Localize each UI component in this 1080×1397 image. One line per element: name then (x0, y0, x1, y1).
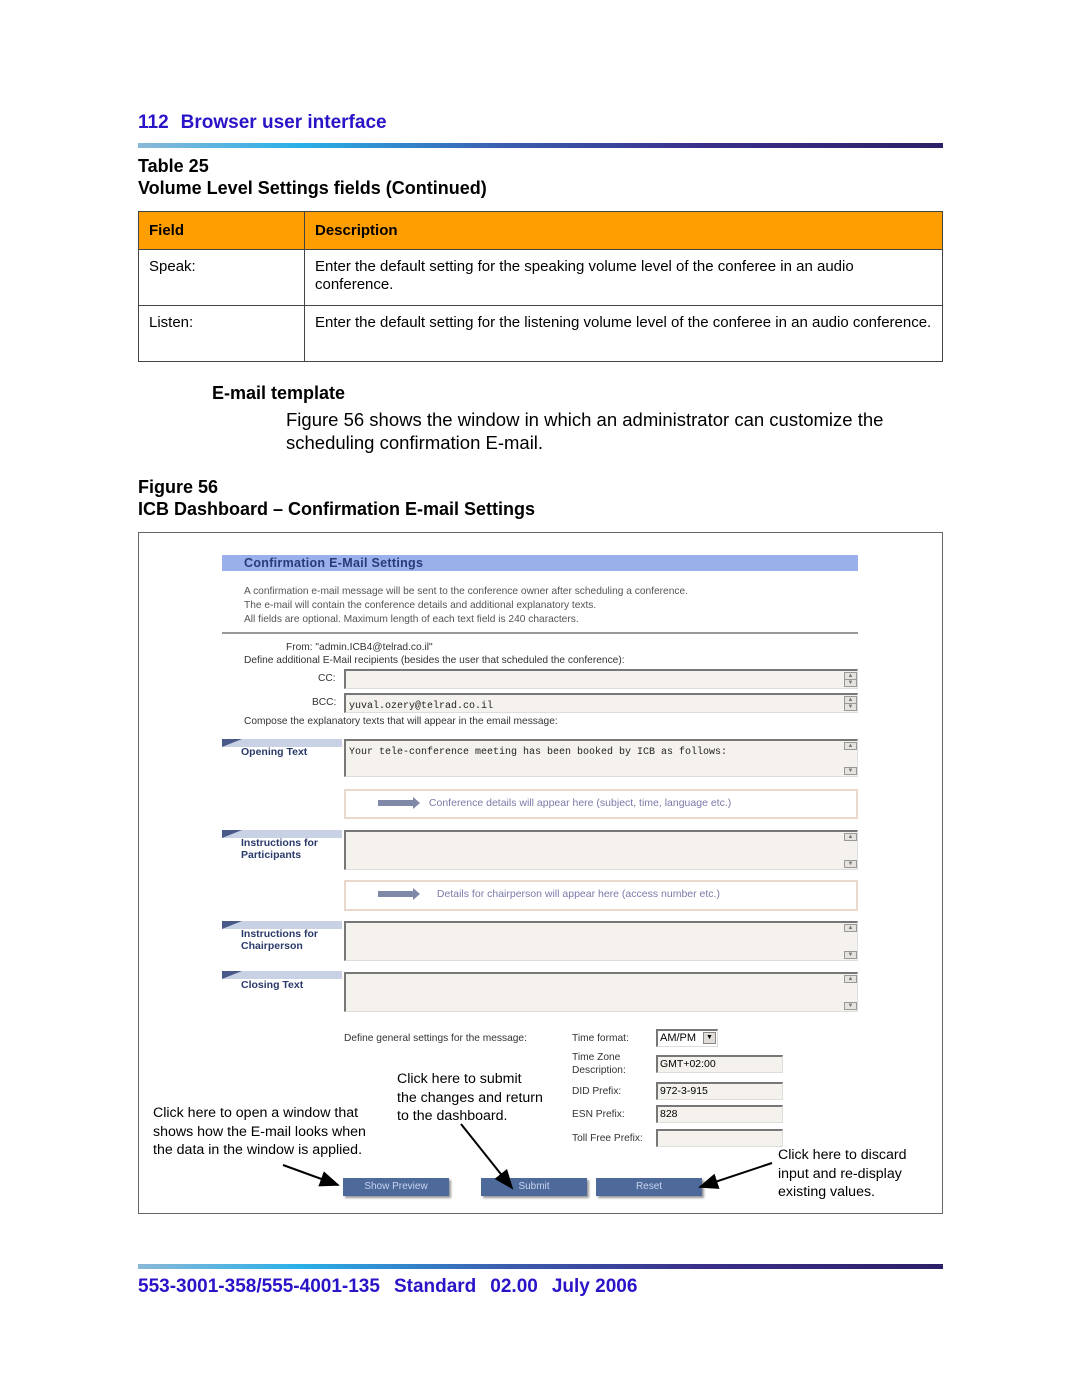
doc-version: 02.00 (490, 1276, 538, 1297)
footer-rule (138, 1264, 943, 1269)
arrow-to-preview-icon (282, 1164, 340, 1187)
arrow-to-reset-icon (698, 1162, 773, 1189)
callout-arrows (282, 1123, 773, 1190)
arrow-to-submit-icon (460, 1123, 514, 1190)
footer: 553-3001-358/555-4001-135 Standard 02.00 Ju… (138, 1276, 651, 1298)
doc-number: 553-3001-358/555-4001-135 (138, 1276, 380, 1297)
doc-date: July 2006 (551, 1276, 638, 1297)
doc-status: Standard (393, 1276, 477, 1297)
